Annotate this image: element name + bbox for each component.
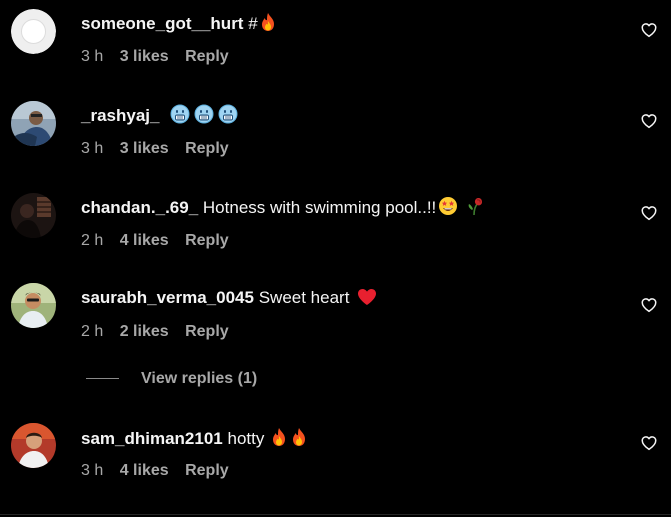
comment-time: 2 h [81,232,104,249]
comment-meta: 3 h 3 likes Reply [81,139,241,159]
comment-meta: 2 h 4 likes Reply [81,231,241,251]
profile-photo-icon [11,101,56,146]
like-heart-icon[interactable] [640,112,658,130]
bottom-divider [0,514,671,515]
comment-username[interactable]: chandan._.69_ [81,198,198,217]
reply-button[interactable]: Reply [185,461,229,481]
fire-icon [290,427,308,447]
comment-time: 2 h [81,323,104,340]
wilted-rose-icon [466,196,484,216]
comment-time: 3 h [81,462,104,479]
view-replies-button[interactable]: View replies (1) [86,370,257,388]
cold-face-icon [218,104,238,124]
comment-username[interactable]: _rashyaj_ [81,106,159,125]
likes-count[interactable]: 2 likes [120,322,169,342]
comment-text: Hotness with swimming pool..!! [202,198,437,217]
comment-username[interactable]: saurabh_verma_0045 [81,288,254,307]
comment-text: Sweet heart [258,288,350,307]
like-heart-icon[interactable] [640,21,658,39]
cold-face-icon [194,104,214,124]
default-avatar-icon [11,9,56,54]
reply-button[interactable]: Reply [185,139,229,159]
comment-line: someone_got__hurt # [81,12,277,35]
replies-divider [86,378,119,380]
avatar[interactable] [11,423,56,468]
avatar[interactable] [11,193,56,238]
like-heart-icon[interactable] [640,434,658,452]
likes-count[interactable]: 4 likes [120,231,169,251]
comment-time: 3 h [81,140,104,157]
avatar[interactable] [11,283,56,328]
likes-count[interactable]: 4 likes [120,461,169,481]
like-heart-icon[interactable] [640,204,658,222]
comment-time: 3 h [81,48,104,65]
avatar[interactable] [11,101,56,146]
fire-icon [270,427,288,447]
comment-line: sam_dhiman2101 hotty [81,427,308,450]
view-replies-label: View replies (1) [141,370,258,387]
avatar[interactable] [11,9,56,54]
star-struck-icon [438,196,458,216]
comment-meta: 3 h 3 likes Reply [81,47,241,67]
likes-count[interactable]: 3 likes [120,139,169,159]
red-heart-icon [357,288,377,306]
like-heart-icon[interactable] [640,296,658,314]
profile-photo-icon [11,283,56,328]
comment-text: hotty [227,429,265,448]
cold-face-icon [170,104,190,124]
comment-line: chandan._.69_ Hotness with swimming pool… [81,196,484,219]
comment-meta: 2 h 2 likes Reply [81,322,241,342]
comment-meta: 3 h 4 likes Reply [81,461,241,481]
comment-username[interactable]: sam_dhiman2101 [81,429,223,448]
comment-username[interactable]: someone_got__hurt [81,14,243,33]
reply-button[interactable]: Reply [185,322,229,342]
comment-text: # [248,14,258,33]
likes-count[interactable]: 3 likes [120,47,169,67]
comment-line: _rashyaj_ [81,104,238,127]
profile-photo-icon [11,423,56,468]
reply-button[interactable]: Reply [185,231,229,251]
comment-line: saurabh_verma_0045 Sweet heart [81,287,377,309]
fire-icon [259,12,277,32]
reply-button[interactable]: Reply [185,47,229,67]
profile-photo-icon [11,193,56,238]
